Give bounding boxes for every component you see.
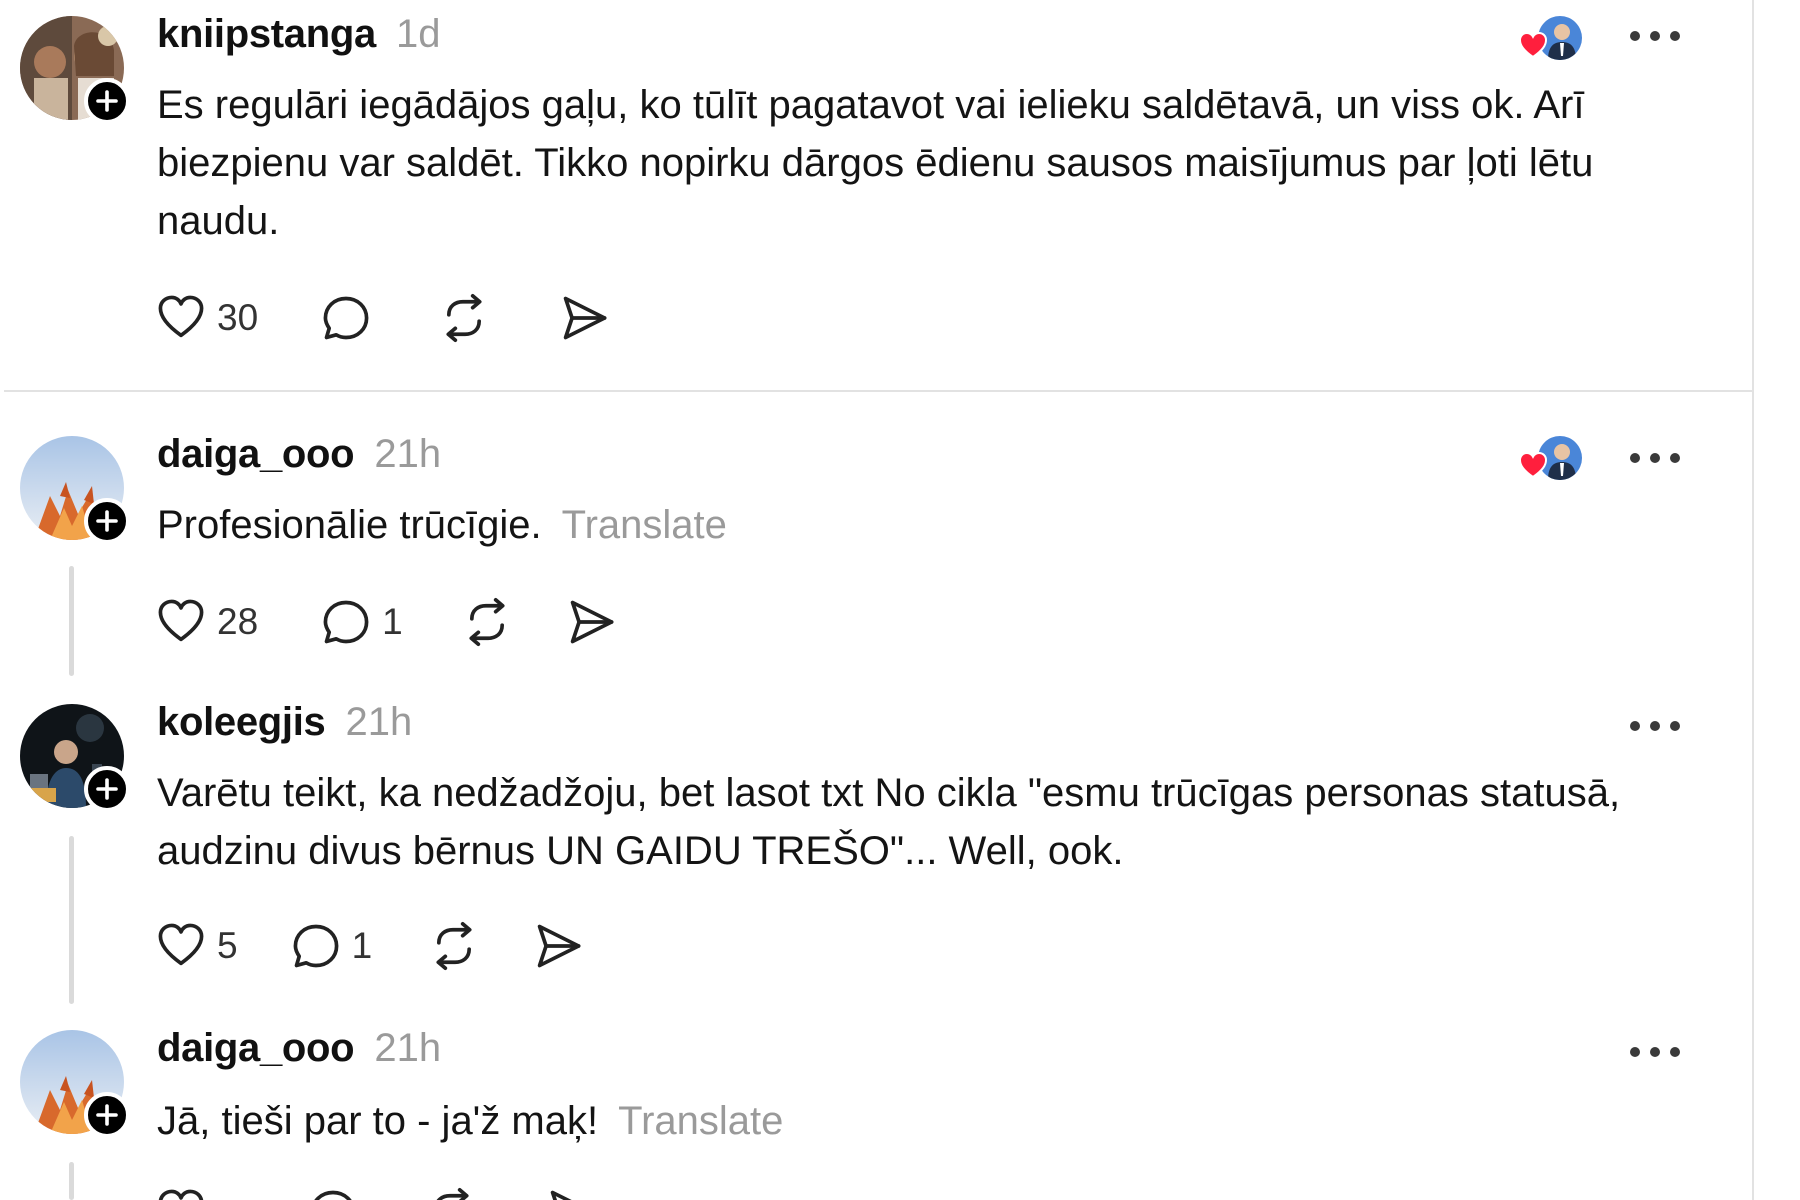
more-options-button[interactable] [1630, 1042, 1680, 1062]
follow-button[interactable] [84, 78, 130, 124]
post-timestamp[interactable]: 21h [374, 1026, 441, 1071]
post-text: Profesionālie trūcīgie. Translate [157, 496, 1697, 554]
heart-filled-icon [1518, 30, 1548, 60]
share-button[interactable] [532, 918, 584, 974]
reply-button[interactable] [307, 1186, 359, 1200]
speech-bubble-icon [320, 292, 372, 344]
threads-feed: kniipstanga 1d Es regulāri iegādājos gaļ… [0, 0, 1752, 1200]
plus-icon [93, 1101, 121, 1129]
avatar[interactable] [20, 1030, 130, 1138]
thread-connector-line [69, 836, 74, 1004]
translate-link[interactable]: Translate [562, 503, 727, 547]
more-dot [1650, 31, 1660, 41]
heart-outline-icon [155, 1186, 207, 1200]
thread-connector-line [69, 1162, 74, 1200]
repost-button[interactable] [425, 1186, 477, 1200]
post-timestamp[interactable]: 1d [396, 12, 441, 57]
more-dot [1670, 1047, 1680, 1057]
repost-arrows-icon [425, 1186, 477, 1200]
liked-by-indicator[interactable] [1518, 16, 1582, 64]
like-button[interactable]: 28 [155, 594, 258, 650]
avatar[interactable] [20, 704, 130, 812]
follow-button[interactable] [84, 1092, 130, 1138]
more-dot [1670, 721, 1680, 731]
like-count: 5 [217, 925, 238, 966]
repost-button[interactable] [428, 918, 480, 974]
post-text: Es regulāri iegādājos gaļu, ko tūlīt pag… [157, 76, 1697, 250]
paper-plane-icon [532, 920, 584, 972]
avatar[interactable] [20, 436, 130, 544]
post-text-content: Varētu teikt, ka nedžadžoju, bet lasot t… [157, 771, 1621, 873]
post-timestamp[interactable]: 21h [374, 432, 441, 477]
username[interactable]: koleegjis [157, 700, 326, 745]
reply-count: 1 [382, 601, 403, 642]
speech-bubble-icon [290, 920, 342, 972]
post-text: Jā, tieši par to - ja'ž maķ! Translate [157, 1092, 1697, 1150]
paper-plane-icon [545, 1186, 597, 1200]
repost-arrows-icon [461, 596, 513, 648]
like-button[interactable]: 30 [155, 290, 258, 346]
heart-filled-icon [1518, 450, 1548, 480]
heart-outline-icon [155, 292, 207, 344]
reply-button[interactable] [320, 290, 372, 346]
post-text-content: Es regulāri iegādājos gaļu, ko tūlīt pag… [157, 83, 1594, 243]
more-horizontal-icon [1630, 721, 1640, 731]
speech-bubble-icon [307, 1186, 359, 1200]
heart-outline-icon [155, 920, 207, 972]
more-dot [1670, 31, 1680, 41]
repost-button[interactable] [438, 290, 490, 346]
reply-button[interactable]: 1 [320, 594, 403, 650]
like-count: 28 [217, 601, 259, 642]
thread-connector-line [69, 566, 74, 676]
avatar[interactable] [20, 16, 130, 124]
post-timestamp[interactable]: 21h [346, 700, 413, 745]
plus-icon [93, 507, 121, 535]
username[interactable]: daiga_ooo [157, 1026, 355, 1071]
more-horizontal-icon [1630, 453, 1640, 463]
like-count: 30 [217, 297, 259, 338]
username[interactable]: daiga_ooo [157, 432, 355, 477]
follow-button[interactable] [84, 766, 130, 812]
follow-button[interactable] [84, 498, 130, 544]
paper-plane-icon [558, 292, 610, 344]
post-divider [4, 390, 1752, 392]
reply-button[interactable]: 1 [290, 918, 373, 974]
post-text-content: Profesionālie trūcīgie. [157, 503, 542, 547]
more-dot [1670, 453, 1680, 463]
plus-icon [93, 775, 121, 803]
paper-plane-icon [565, 596, 617, 648]
liked-by-indicator[interactable] [1518, 436, 1582, 484]
speech-bubble-icon [320, 596, 372, 648]
more-dot [1650, 453, 1660, 463]
share-button[interactable] [558, 290, 610, 346]
like-button[interactable] [155, 1186, 207, 1200]
more-dot [1650, 721, 1660, 731]
like-button[interactable]: 5 [155, 918, 238, 974]
more-options-button[interactable] [1630, 448, 1680, 468]
share-button[interactable] [565, 594, 617, 650]
reply-count: 1 [351, 925, 373, 966]
more-options-button[interactable] [1630, 716, 1680, 736]
post-text-content: Jā, tieši par to - ja'ž maķ! [157, 1099, 599, 1143]
username[interactable]: kniipstanga [157, 12, 376, 57]
column-border [1752, 0, 1754, 1200]
post-text: Varētu teikt, ka nedžadžoju, bet lasot t… [157, 764, 1697, 880]
more-options-button[interactable] [1630, 26, 1680, 46]
repost-arrows-icon [438, 292, 490, 344]
repost-button[interactable] [461, 594, 513, 650]
translate-link[interactable]: Translate [618, 1099, 783, 1143]
repost-arrows-icon [428, 920, 480, 972]
more-horizontal-icon [1630, 1047, 1640, 1057]
more-dot [1650, 1047, 1660, 1057]
plus-icon [93, 87, 121, 115]
heart-outline-icon [155, 596, 207, 648]
more-horizontal-icon [1630, 31, 1640, 41]
share-button[interactable] [545, 1186, 597, 1200]
